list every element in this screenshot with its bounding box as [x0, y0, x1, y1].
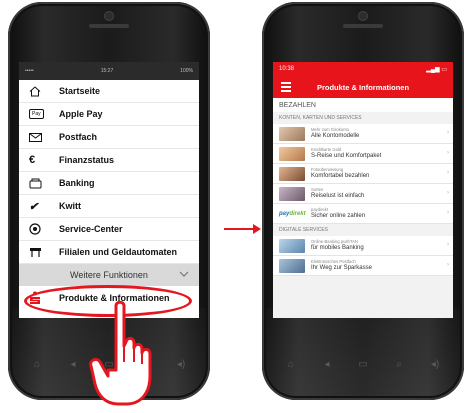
list-item[interactable]: paydirekt paydirekt Sicher online zahlen… — [273, 204, 453, 224]
section-konten-karten-services: KONTEN, KARTEN UND SERVICES — [273, 112, 453, 124]
search-icon: ⌕ — [396, 359, 402, 370]
list-item[interactable]: Mehr zum Girokonto Alle Kontomodelle › — [273, 124, 453, 144]
chevron-right-icon: › — [447, 210, 449, 216]
chevron-right-icon: › — [447, 190, 449, 196]
status-bar: ••••• 15:27 100% — [19, 62, 199, 80]
thumbnail-image — [279, 166, 305, 181]
menu-item-banking[interactable]: Banking — [19, 172, 199, 195]
camera — [105, 12, 113, 20]
nav-bar: ⌂ ◂ ▭ ⌕ ◂) — [282, 359, 444, 370]
section-digitale-services: DIGITALE SERVICES — [273, 224, 453, 236]
menu-item-postfach[interactable]: Postfach — [19, 126, 199, 149]
chevron-down-icon — [179, 269, 189, 279]
weitere-funktionen-label: Weitere Funktionen — [70, 270, 148, 280]
signal-icon: ▂▄▆ ▭ — [426, 66, 447, 73]
list-item[interactable]: Fotoüberweisung Komfortabel bezahlen › — [273, 164, 453, 184]
battery-text: 100% — [180, 68, 193, 74]
banking-icon — [29, 178, 51, 189]
speaker — [343, 24, 383, 28]
home-icon: ⌂ — [33, 359, 41, 370]
back-icon: ◂ — [324, 359, 330, 370]
menu-item-filialen[interactable]: Filialen und Geldautomaten — [19, 241, 199, 264]
list-item-title: Sicher online zahlen — [311, 213, 366, 219]
left-screen: ••••• 15:27 100% Startseite Pay Apple Pa… — [19, 62, 199, 318]
pointing-hand-icon — [89, 300, 152, 406]
menu-item-label: Startseite — [59, 86, 101, 96]
thumbnail-image — [279, 146, 305, 161]
list-item-title: für mobiles Banking — [311, 245, 364, 251]
list-item[interactable]: Online-Banking pushTAN für mobiles Banki… — [273, 236, 453, 256]
carrier-text: ••••• — [25, 68, 34, 74]
status-bar: 10:38 ▂▄▆ ▭ — [273, 62, 453, 76]
menu-item-service-center[interactable]: Service-Center — [19, 218, 199, 241]
status-time: 15:27 — [100, 68, 114, 74]
speaker — [89, 24, 129, 28]
menu-item-label: Banking — [59, 178, 95, 188]
atm-icon — [29, 247, 51, 258]
menu-item-label: Postfach — [59, 132, 98, 142]
list-item[interactable]: Elektronisches Postfach Ihr Weg zur Spar… — [273, 256, 453, 276]
section-bezahlen: BEZAHLEN — [273, 98, 453, 112]
kwitt-icon: ✔ — [29, 200, 39, 213]
chevron-right-icon: › — [447, 170, 449, 176]
thumbnail-image — [279, 186, 305, 201]
right-screen: 10:38 ▂▄▆ ▭ Produkte & Informationen BEZ… — [273, 62, 453, 318]
list-item-title: Komfortabel bezahlen — [311, 173, 370, 179]
volume-icon: ◂) — [176, 359, 186, 370]
menu-item-finanzstatus[interactable]: € Finanzstatus — [19, 149, 199, 172]
menu-item-label: Filialen und Geldautomaten — [59, 247, 178, 257]
home-icon: ⌂ — [287, 359, 295, 370]
list-item-title: Ihr Weg zur Sparkasse — [311, 265, 372, 271]
weitere-funktionen-toggle[interactable]: Weitere Funktionen — [19, 264, 199, 286]
app-header: Produkte & Informationen — [273, 76, 453, 98]
menu-item-label: Service-Center — [59, 224, 123, 234]
paydirekt-logo: paydirekt — [279, 210, 306, 217]
apple-pay-icon: Pay — [29, 109, 51, 119]
service-center-icon — [29, 223, 51, 235]
tutorial-stage: ••••• 15:27 100% Startseite Pay Apple Pa… — [0, 0, 475, 413]
list-item[interactable]: Sorten Reiselust ist einfach › — [273, 184, 453, 204]
thumbnail-image — [279, 258, 305, 273]
thumbnail-image — [279, 126, 305, 141]
status-time: 10:38 — [279, 66, 295, 72]
mail-icon — [29, 132, 51, 142]
page-title: Produkte & Informationen — [316, 82, 410, 92]
list-item-title: S-Reise und Komfortpaket — [311, 153, 382, 159]
back-icon: ◂ — [70, 359, 76, 370]
euro-icon: € — [29, 154, 36, 166]
list-item-title: Reiselust ist einfach — [311, 193, 365, 199]
chevron-right-icon: › — [447, 262, 449, 268]
home-icon — [29, 85, 51, 97]
list-item-title: Alle Kontomodelle — [311, 133, 360, 139]
menu-item-label: Apple Pay — [59, 109, 103, 119]
right-phone: 10:38 ▂▄▆ ▭ Produkte & Informationen BEZ… — [262, 2, 464, 400]
hamburger-menu-icon[interactable] — [281, 82, 291, 94]
volume-icon: ◂) — [430, 359, 440, 370]
list-item[interactable]: Kreditkarte Gold S-Reise und Komfortpake… — [273, 144, 453, 164]
camera — [359, 12, 367, 20]
menu-item-kwitt[interactable]: ✔ Kwitt — [19, 195, 199, 218]
menu-item-startseite[interactable]: Startseite — [19, 80, 199, 103]
chevron-right-icon: › — [447, 130, 449, 136]
menu-item-label: Kwitt — [59, 201, 81, 211]
arrow-right-icon — [224, 224, 261, 234]
chevron-right-icon: › — [447, 242, 449, 248]
thumbnail-image — [279, 238, 305, 253]
chevron-right-icon: › — [447, 150, 449, 156]
phone-reflection — [266, 308, 460, 396]
menu-item-label: Finanzstatus — [59, 155, 115, 165]
apple-pay-icon-text: Pay — [29, 109, 44, 119]
menu-item-apple-pay[interactable]: Pay Apple Pay — [19, 103, 199, 126]
menu-icon: ▭ — [358, 359, 368, 370]
